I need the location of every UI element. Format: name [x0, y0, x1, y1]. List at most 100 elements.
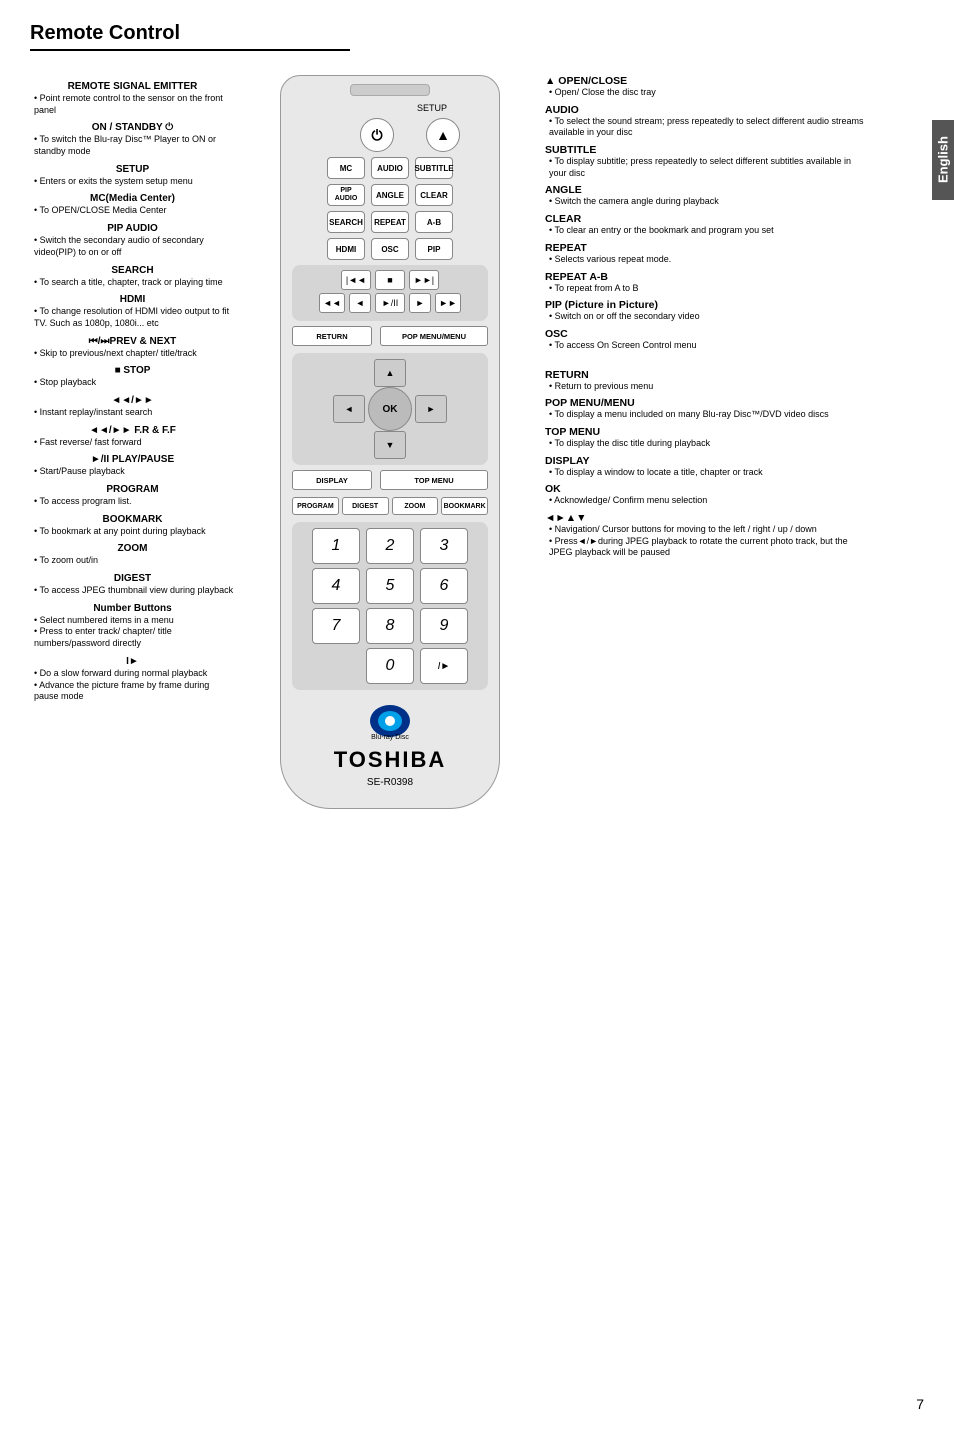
repeat-ab-right-title: REPEAT A-B: [545, 271, 865, 283]
hdmi-desc: • To change resolution of HDMI video out…: [34, 306, 235, 329]
return-button[interactable]: RETURN: [292, 326, 372, 346]
subtitle-right-title: SUBTITLE: [545, 144, 865, 156]
angle-right-desc: • Switch the camera angle during playbac…: [549, 196, 865, 208]
pip-audio-title: PIP AUDIO: [30, 223, 235, 234]
pip-audio-desc: • Switch the secondary audio of secondar…: [34, 235, 235, 258]
program-button[interactable]: PROGRAM: [292, 497, 339, 515]
transport-row1: |◄◄ ■ ►►|: [297, 270, 483, 290]
display-right-title: DISPLAY: [545, 455, 865, 467]
pop-menu-button[interactable]: POP MENU/MENU: [380, 326, 488, 346]
num-6[interactable]: 6: [420, 568, 468, 604]
digest-button[interactable]: DIGEST: [342, 497, 389, 515]
next-button[interactable]: ►: [409, 293, 431, 313]
frf-title: ◄◄/►► F.R & F.F: [30, 425, 235, 436]
num-0[interactable]: 0: [366, 648, 414, 684]
top-menu-button[interactable]: TOP MENU: [380, 470, 488, 490]
num-9[interactable]: 9: [420, 608, 468, 644]
frf-desc: • Fast reverse/ fast forward: [34, 437, 235, 449]
slow-fwd-button[interactable]: I►: [420, 648, 468, 684]
ok-button[interactable]: OK: [368, 387, 412, 431]
search-button[interactable]: SEARCH: [327, 211, 365, 233]
section-pip-right: PIP (Picture in Picture) • Switch on or …: [545, 299, 865, 323]
hdmi-button[interactable]: HDMI: [327, 238, 365, 260]
number-title: Number Buttons: [30, 603, 235, 614]
section-top-menu-right: TOP MENU • To display the disc title dur…: [545, 426, 865, 450]
number-desc1: • Select numbered items in a menu: [34, 615, 235, 627]
pip-right-title: PIP (Picture in Picture): [545, 299, 865, 311]
num-8[interactable]: 8: [366, 608, 414, 644]
pip-button[interactable]: PIP: [415, 238, 453, 260]
zoom-button[interactable]: ZOOM: [392, 497, 439, 515]
return-right-desc: • Return to previous menu: [549, 381, 865, 393]
pop-menu-right-desc: • To display a menu included on many Blu…: [549, 409, 865, 421]
nav-mid-row: ◄ OK ►: [333, 387, 447, 431]
prev-button[interactable]: ◄: [349, 293, 371, 313]
nav-up-row: ▲: [339, 359, 441, 387]
number-desc2: • Press to enter track/ chapter/ title n…: [34, 626, 235, 649]
return-right-title: RETURN: [545, 369, 865, 381]
stop-button[interactable]: ■: [375, 270, 405, 290]
num-5[interactable]: 5: [366, 568, 414, 604]
setup-label: SETUP: [417, 103, 447, 113]
audio-right-title: AUDIO: [545, 104, 865, 116]
audio-button[interactable]: AUDIO: [371, 157, 409, 179]
program-desc: • To access program list.: [34, 496, 235, 508]
osc-right-desc: • To access On Screen Control menu: [549, 340, 865, 352]
next-chapter-button[interactable]: ►►|: [409, 270, 439, 290]
subtitle-button[interactable]: SUBTITLE: [415, 157, 453, 179]
num-row-2: 4 5 6: [298, 568, 482, 604]
prev-chapter-button[interactable]: |◄◄: [341, 270, 371, 290]
section-setup: SETUP • Enters or exits the system setup…: [30, 164, 235, 188]
osc-button[interactable]: OSC: [371, 238, 409, 260]
return-menu-row: RETURN POP MENU/MENU: [292, 326, 488, 346]
display-right-desc: • To display a window to locate a title,…: [549, 467, 865, 479]
display-topmenu-row: DISPLAY TOP MENU: [292, 470, 488, 490]
eject-button[interactable]: ▲: [426, 118, 460, 152]
num-7[interactable]: 7: [312, 608, 360, 644]
section-display-right: DISPLAY • To display a window to locate …: [545, 455, 865, 479]
mc-button[interactable]: MC: [327, 157, 365, 179]
repeat-right-title: REPEAT: [545, 242, 865, 254]
mc-title: MC(Media Center): [30, 193, 235, 204]
rewind-button[interactable]: ◄◄: [319, 293, 345, 313]
num-1[interactable]: 1: [312, 528, 360, 564]
nav-right-button[interactable]: ►: [415, 395, 447, 423]
display-button[interactable]: DISPLAY: [292, 470, 372, 490]
digest-title: DIGEST: [30, 573, 235, 584]
remote-signal-desc: • Point remote control to the sensor on …: [34, 93, 235, 116]
nav-right-title: ◄►▲▼: [545, 512, 865, 524]
ir-emitter: [350, 84, 430, 96]
pip-audio-button[interactable]: PIPAUDIO: [327, 184, 365, 206]
angle-right-title: ANGLE: [545, 184, 865, 196]
bookmark-title: BOOKMARK: [30, 514, 235, 525]
section-digest: DIGEST • To access JPEG thumbnail view d…: [30, 573, 235, 597]
nav-left-button[interactable]: ◄: [333, 395, 365, 423]
repeat-button[interactable]: REPEAT: [371, 211, 409, 233]
right-column: ▲ OPEN/CLOSE • Open/ Close the disc tray…: [535, 65, 895, 1432]
num-row-4: 0 I►: [298, 648, 482, 684]
num-3[interactable]: 3: [420, 528, 468, 564]
clear-button[interactable]: CLEAR: [415, 184, 453, 206]
pop-menu-right-title: POP MENU/MENU: [545, 397, 865, 409]
top-menu-right-desc: • To display the disc title during playb…: [549, 438, 865, 450]
bookmark-button[interactable]: BOOKMARK: [441, 497, 488, 515]
nav-up-button[interactable]: ▲: [374, 359, 406, 387]
left-column: REMOTE SIGNAL EMITTER • Point remote con…: [0, 65, 245, 1432]
num-row-3: 7 8 9: [298, 608, 482, 644]
row-pipaudio-angle-clear: PIPAUDIO ANGLE CLEAR: [293, 184, 487, 206]
angle-button[interactable]: ANGLE: [371, 184, 409, 206]
play-pause-button[interactable]: ►/II: [375, 293, 405, 313]
section-program: PROGRAM • To access program list.: [30, 484, 235, 508]
section-subtitle-right: SUBTITLE • To display subtitle; press re…: [545, 144, 865, 179]
ffwd-button[interactable]: ►►: [435, 293, 461, 313]
power-eject-row: ⏻ ▲: [293, 118, 487, 152]
ab-button[interactable]: A-B: [415, 211, 453, 233]
audio-right-desc: • To select the sound stream; press repe…: [549, 116, 865, 139]
num-4[interactable]: 4: [312, 568, 360, 604]
row-mc-audio-subtitle: MC AUDIO SUBTITLE: [293, 157, 487, 179]
section-clear-right: CLEAR • To clear an entry or the bookmar…: [545, 213, 865, 237]
power-button[interactable]: ⏻: [360, 118, 394, 152]
mc-desc: • To OPEN/CLOSE Media Center: [34, 205, 235, 217]
nav-down-button[interactable]: ▼: [374, 431, 406, 459]
num-2[interactable]: 2: [366, 528, 414, 564]
